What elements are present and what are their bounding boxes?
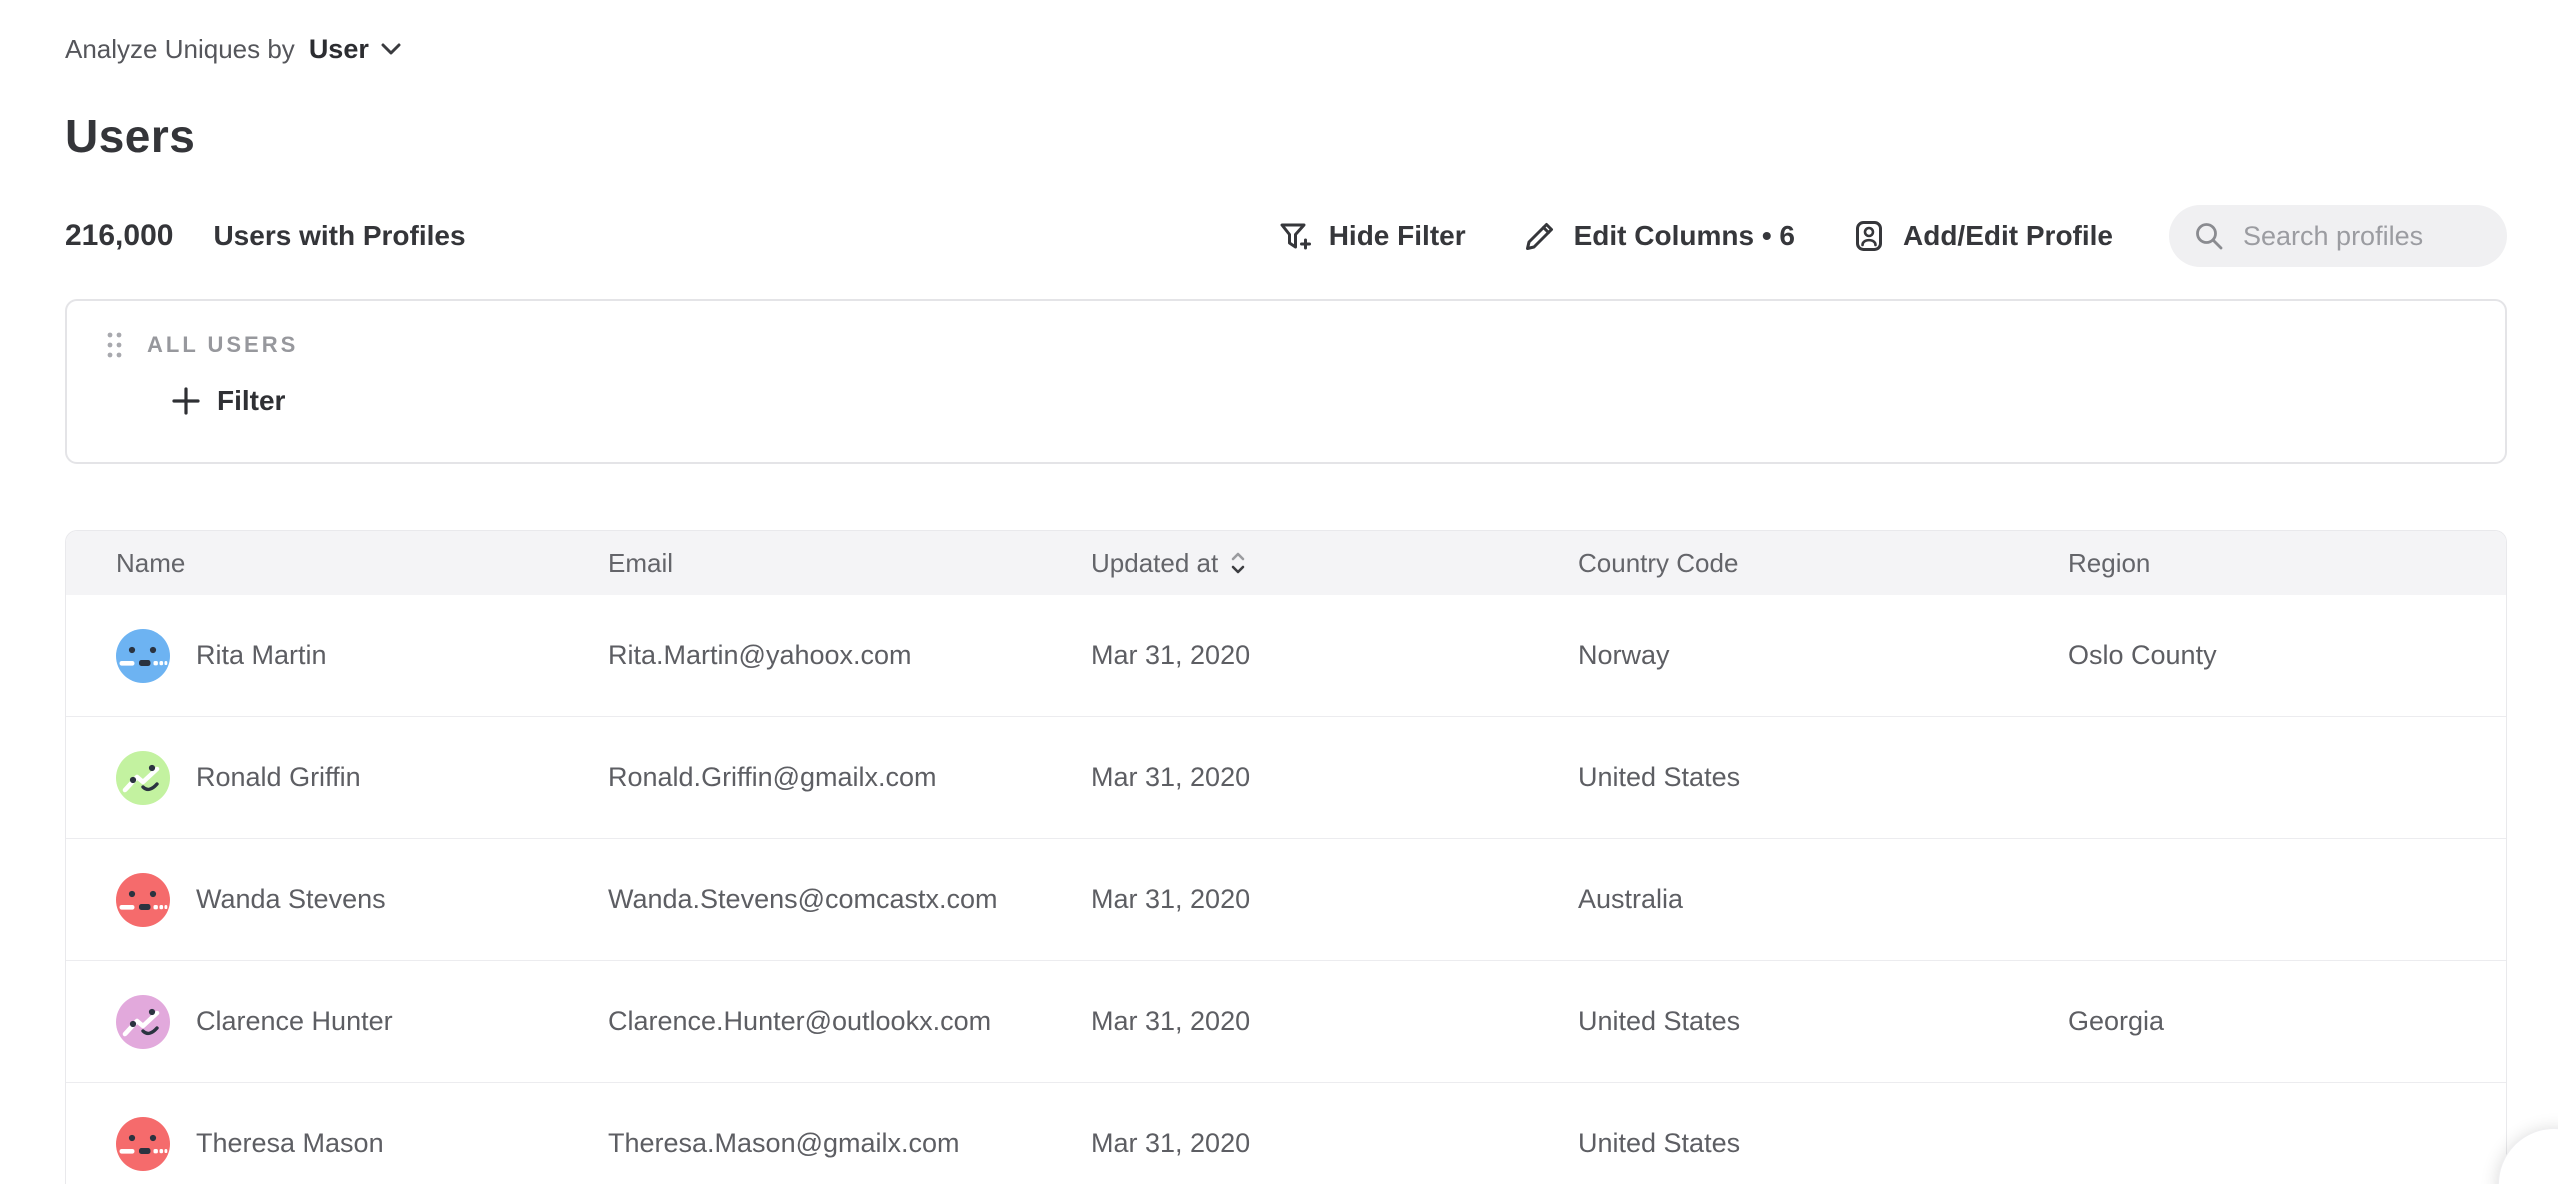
table-row[interactable]: Rita Martin Rita.Martin@yahoox.com Mar 3… (66, 595, 2506, 717)
user-email: Theresa.Mason@gmailx.com (608, 1128, 1091, 1159)
avatar (116, 1117, 170, 1171)
users-page: Analyze Uniques by User Users 216,000 Us… (0, 0, 2558, 1184)
user-name: Ronald Griffin (196, 762, 361, 793)
avatar (116, 873, 170, 927)
analyze-by-dropdown[interactable]: User (309, 34, 401, 65)
avatar (116, 995, 170, 1049)
edit-columns-button[interactable]: Edit Columns • 6 (1522, 218, 1795, 254)
hide-filter-label: Hide Filter (1329, 220, 1466, 252)
user-region: Georgia (2068, 1006, 2506, 1037)
column-header-name[interactable]: Name (116, 548, 608, 579)
sort-icon (1230, 549, 1246, 577)
column-header-label: Email (608, 548, 673, 579)
table-row[interactable]: Wanda Stevens Wanda.Stevens@comcastx.com… (66, 839, 2506, 961)
column-header-label: Updated at (1091, 548, 1218, 579)
column-header-label: Country Code (1578, 548, 1738, 579)
add-edit-profile-label: Add/Edit Profile (1903, 220, 2113, 252)
user-email: Clarence.Hunter@outlookx.com (608, 1006, 1091, 1037)
user-region: Oslo County (2068, 640, 2506, 671)
add-edit-profile-button[interactable]: Add/Edit Profile (1851, 218, 2113, 254)
toolbar: 216,000 Users with Profiles Hide Filter … (65, 205, 2507, 267)
user-name: Clarence Hunter (196, 1006, 393, 1037)
avatar (116, 629, 170, 683)
profile-count-number: 216,000 (65, 219, 173, 253)
column-header-country-code[interactable]: Country Code (1578, 548, 2068, 579)
search-icon (2193, 220, 2225, 252)
plus-icon (171, 386, 201, 416)
user-country-code: United States (1578, 1128, 2068, 1159)
edit-columns-label: Edit Columns • 6 (1574, 220, 1795, 252)
analyze-by-value: User (309, 34, 369, 65)
page-title: Users (65, 109, 2507, 163)
column-header-region[interactable]: Region (2068, 548, 2506, 579)
drag-handle-icon[interactable] (105, 330, 125, 360)
help-fab-button[interactable] (2498, 1128, 2558, 1184)
name-cell: Rita Martin (116, 629, 608, 683)
column-header-email[interactable]: Email (608, 548, 1091, 579)
table-row[interactable]: Clarence Hunter Clarence.Hunter@outlookx… (66, 961, 2506, 1083)
user-country-code: United States (1578, 762, 2068, 793)
user-updated-at: Mar 31, 2020 (1091, 762, 1578, 793)
add-filter-button[interactable]: Filter (171, 385, 2505, 417)
name-cell: Ronald Griffin (116, 751, 608, 805)
user-name: Rita Martin (196, 640, 327, 671)
pencil-icon (1522, 218, 1558, 254)
profile-count: 216,000 Users with Profiles (65, 219, 466, 253)
user-updated-at: Mar 31, 2020 (1091, 1128, 1578, 1159)
user-country-code: Norway (1578, 640, 2068, 671)
column-header-updated-at[interactable]: Updated at (1091, 548, 1578, 579)
search-profiles-box (2169, 205, 2507, 267)
analyze-uniques-label: Analyze Uniques by (65, 34, 295, 65)
table-row[interactable]: Theresa Mason Theresa.Mason@gmailx.com M… (66, 1083, 2506, 1184)
name-cell: Theresa Mason (116, 1117, 608, 1171)
user-email: Wanda.Stevens@comcastx.com (608, 884, 1091, 915)
user-email: Ronald.Griffin@gmailx.com (608, 762, 1091, 793)
user-updated-at: Mar 31, 2020 (1091, 1006, 1578, 1037)
user-name: Theresa Mason (196, 1128, 384, 1159)
user-country-code: United States (1578, 1006, 2068, 1037)
add-filter-label: Filter (217, 385, 285, 417)
profile-count-label: Users with Profiles (213, 220, 465, 252)
table-row[interactable]: Ronald Griffin Ronald.Griffin@gmailx.com… (66, 717, 2506, 839)
table-header-row: Name Email Updated at Country Code Regio… (66, 531, 2506, 595)
user-email: Rita.Martin@yahoox.com (608, 640, 1091, 671)
toolbar-actions: Hide Filter Edit Columns • 6 Add/Edit Pr… (1277, 205, 2507, 267)
search-profiles-input[interactable] (2243, 221, 2483, 252)
column-header-label: Name (116, 548, 185, 579)
filter-group-header: ALL USERS (105, 327, 2505, 363)
users-table: Name Email Updated at Country Code Regio… (65, 530, 2507, 1184)
user-updated-at: Mar 31, 2020 (1091, 884, 1578, 915)
analyze-bar: Analyze Uniques by User (65, 29, 2507, 69)
hide-filter-button[interactable]: Hide Filter (1277, 218, 1466, 254)
user-name: Wanda Stevens (196, 884, 386, 915)
table-body: Rita Martin Rita.Martin@yahoox.com Mar 3… (66, 595, 2506, 1184)
name-cell: Clarence Hunter (116, 995, 608, 1049)
funnel-plus-icon (1277, 218, 1313, 254)
column-header-label: Region (2068, 548, 2150, 579)
chevron-down-icon (381, 43, 401, 55)
user-country-code: Australia (1578, 884, 2068, 915)
user-updated-at: Mar 31, 2020 (1091, 640, 1578, 671)
name-cell: Wanda Stevens (116, 873, 608, 927)
profile-card-icon (1851, 218, 1887, 254)
filter-panel: ALL USERS Filter (65, 299, 2507, 464)
avatar (116, 751, 170, 805)
filter-group-label: ALL USERS (147, 332, 298, 358)
